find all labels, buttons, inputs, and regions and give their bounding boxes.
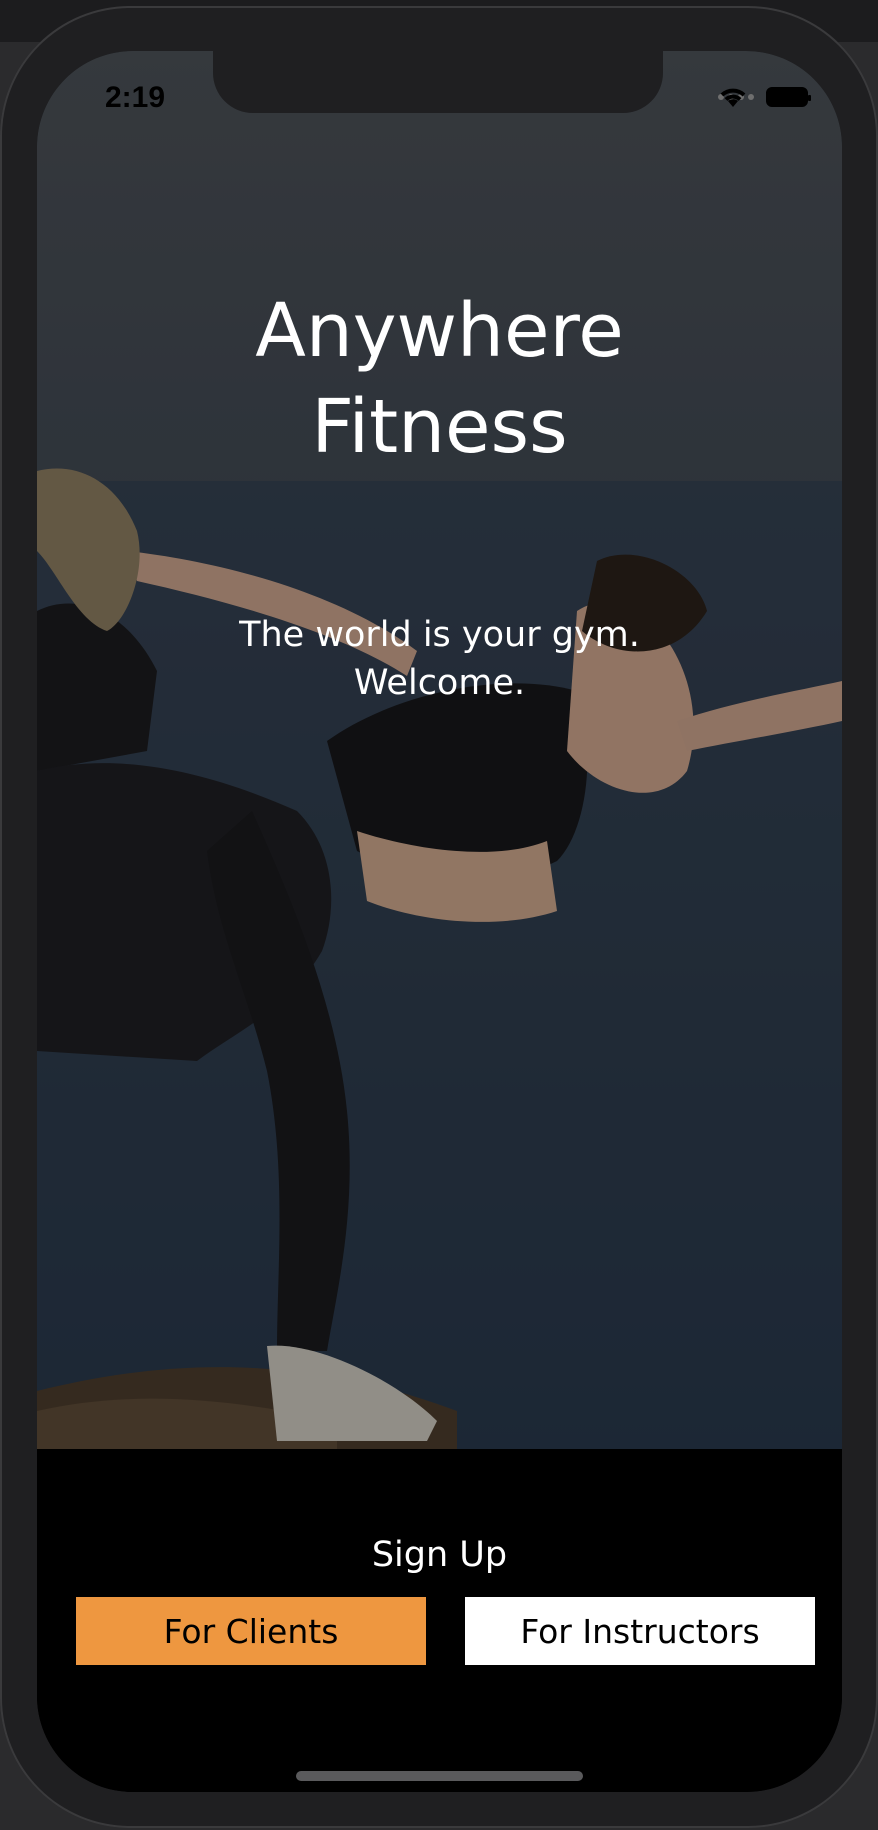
status-time: 2:19	[105, 81, 166, 114]
tagline-line-2: Welcome.	[353, 663, 526, 703]
wifi-icon	[720, 88, 746, 107]
app-title-line-2: Fitness	[311, 384, 568, 470]
app-title-line-1: Anywhere	[255, 288, 624, 374]
app-screen: 2:19 Anywhere Fitness The world is your …	[37, 51, 842, 1792]
battery-icon	[766, 87, 811, 107]
for-instructors-button[interactable]: For Instructors	[465, 1597, 815, 1665]
device-notch	[213, 51, 663, 113]
hero-background-photo	[37, 51, 842, 1449]
status-icons	[718, 87, 811, 107]
signup-panel: Sign Up For Clients For Instructors	[37, 1449, 842, 1792]
app-title: Anywhere Fitness	[37, 283, 842, 475]
phone-frame: 2:19 Anywhere Fitness The world is your …	[0, 6, 878, 1828]
home-indicator[interactable]	[296, 1771, 583, 1781]
signup-heading: Sign Up	[371, 1535, 508, 1575]
tagline-line-1: The world is your gym.	[239, 615, 640, 655]
for-clients-button[interactable]: For Clients	[76, 1597, 426, 1665]
hero-section: 2:19 Anywhere Fitness The world is your …	[37, 51, 842, 1449]
welcome-tagline: The world is your gym. Welcome.	[37, 611, 842, 707]
